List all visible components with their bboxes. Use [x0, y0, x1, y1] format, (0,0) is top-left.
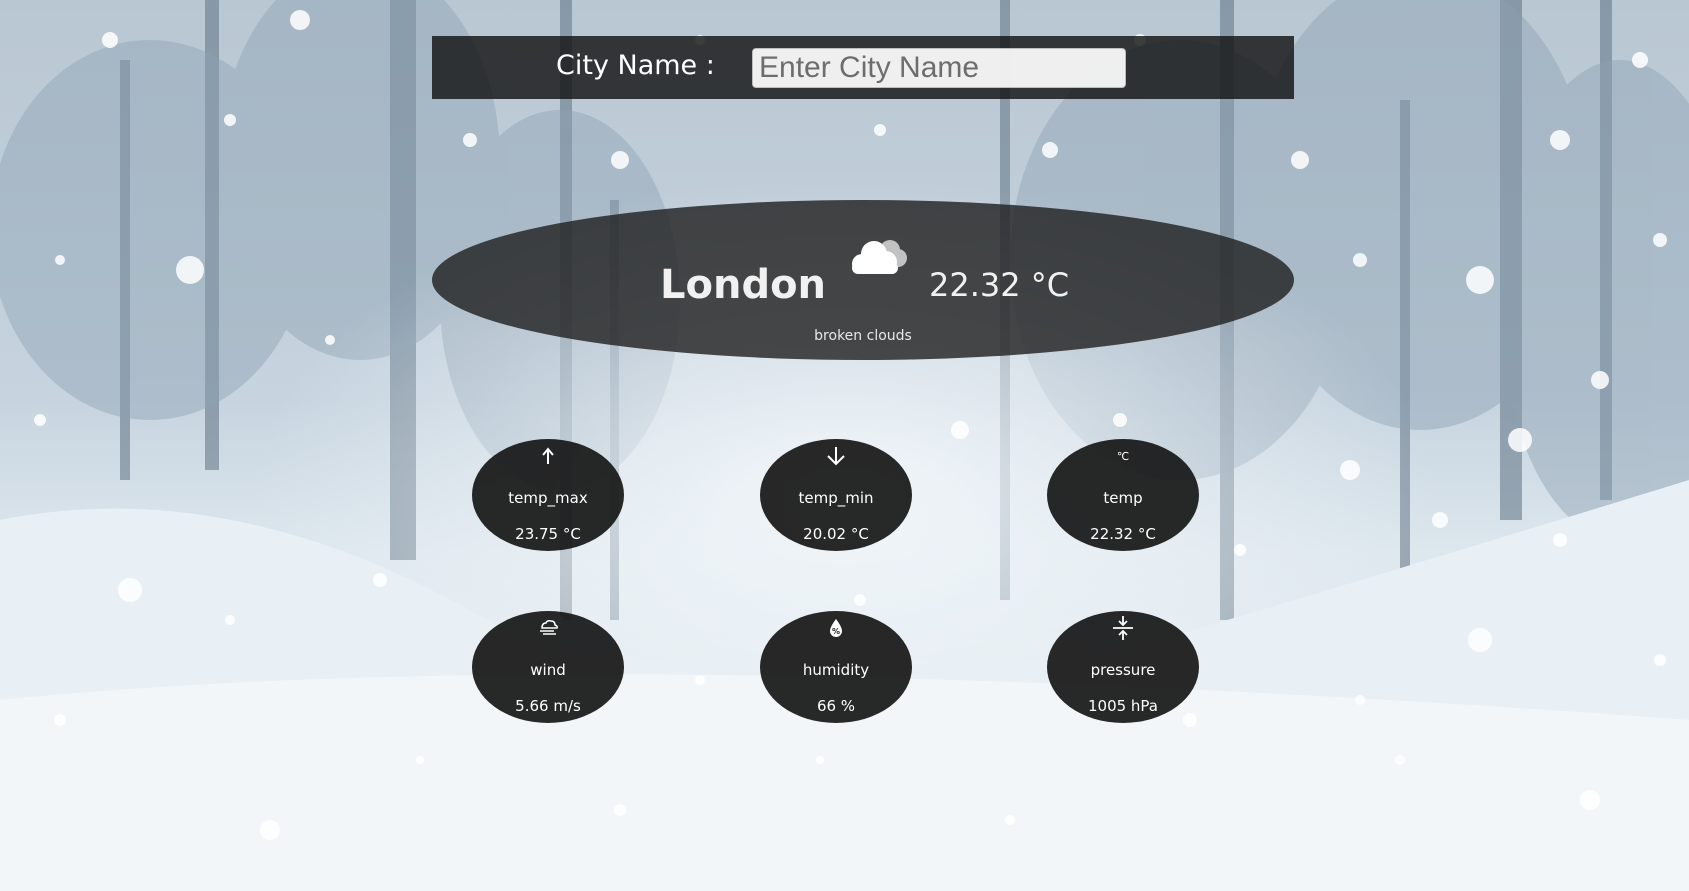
- cloud-icon: [840, 232, 912, 280]
- humidity-glyph: %: [832, 627, 840, 636]
- stat-value: 23.75 °C: [515, 525, 581, 543]
- stat-humidity: % humidity 66 %: [760, 611, 912, 723]
- celsius-icon: ℃: [1047, 445, 1199, 467]
- stat-value: 20.02 °C: [803, 525, 869, 543]
- weather-description: broken clouds: [814, 328, 912, 344]
- stat-label: pressure: [1090, 661, 1156, 679]
- stat-value: 5.66 m/s: [515, 697, 581, 715]
- stat-label: temp: [1103, 489, 1143, 507]
- stat-pressure: pressure 1005 hPa: [1047, 611, 1199, 723]
- stat-temp: ℃ temp 22.32 °C: [1047, 439, 1199, 551]
- stat-value: 22.32 °C: [1090, 525, 1156, 543]
- current-weather-card: London 22.32 °C broken clouds: [432, 200, 1294, 360]
- stat-label: humidity: [802, 661, 870, 679]
- stat-value: 1005 hPa: [1087, 697, 1158, 715]
- city-search-input[interactable]: [752, 48, 1126, 88]
- arrow-up-icon: [472, 445, 624, 467]
- city-name: London: [660, 262, 827, 308]
- celsius-glyph: ℃: [1116, 449, 1130, 463]
- stat-label: temp_min: [798, 489, 874, 507]
- city-name-label: City Name :: [556, 50, 715, 81]
- stat-temp-max: temp_max 23.75 °C: [472, 439, 624, 551]
- stat-label: temp_max: [508, 489, 588, 507]
- stat-value: 66 %: [816, 697, 856, 715]
- wind-cloud-icon: [472, 617, 624, 639]
- humidity-drop-icon: %: [760, 617, 912, 639]
- stat-label: wind: [530, 661, 566, 679]
- stat-temp-min: temp_min 20.02 °C: [760, 439, 912, 551]
- current-temperature: 22.32 °C: [929, 266, 1070, 304]
- arrow-down-icon: [760, 445, 912, 467]
- city-search-bar: City Name :: [432, 36, 1294, 99]
- pressure-icon: [1047, 616, 1199, 640]
- stat-wind: wind 5.66 m/s: [472, 611, 624, 723]
